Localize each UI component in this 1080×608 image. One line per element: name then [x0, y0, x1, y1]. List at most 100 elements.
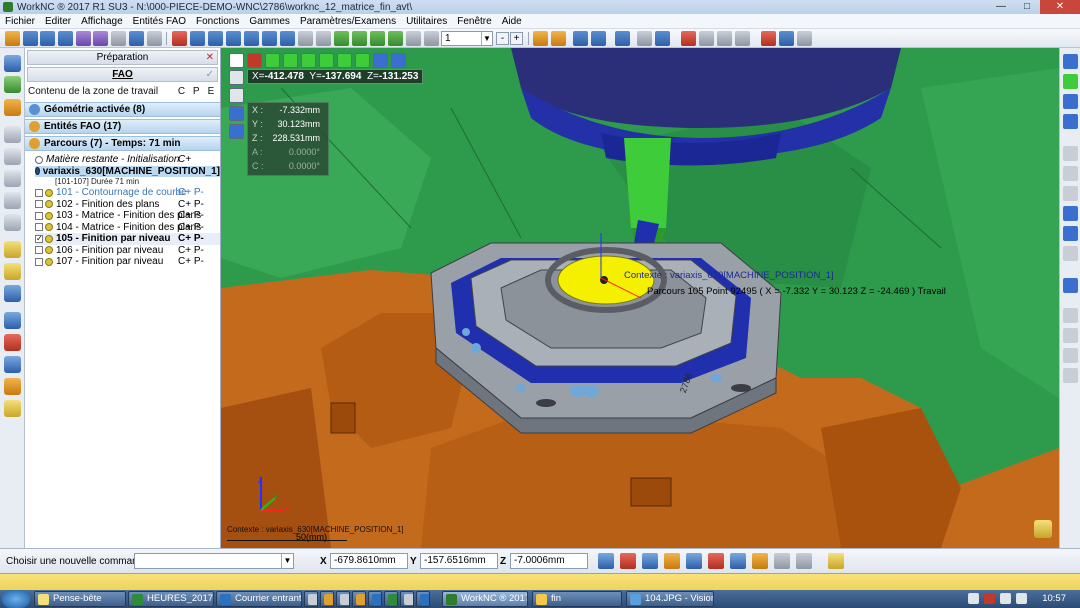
- rotate-icon[interactable]: [262, 31, 277, 46]
- report-icon[interactable]: [735, 31, 750, 46]
- analysis-icon[interactable]: [573, 31, 588, 46]
- task-pense-bete[interactable]: Pense-bête: [34, 591, 126, 607]
- menu-parametres-examens[interactable]: Paramètres/Examens: [295, 16, 401, 27]
- single-view-icon[interactable]: [147, 31, 162, 46]
- verify-icon[interactable]: [761, 31, 776, 46]
- layer-panel-icon[interactable]: [1063, 278, 1078, 293]
- layer-minus-button[interactable]: -: [496, 32, 509, 45]
- 3d-viewport[interactable]: [221, 48, 1059, 548]
- menu-gammes[interactable]: Gammes: [244, 16, 295, 27]
- edit-icon[interactable]: [4, 400, 21, 417]
- task-worknc[interactable]: WorkNC ® 2017 ...: [442, 591, 528, 607]
- p-tool-icon[interactable]: [4, 148, 21, 165]
- tool-icon[interactable]: [4, 378, 21, 395]
- task-courrier[interactable]: Courrier entrant - ...: [216, 591, 302, 607]
- filter-select-icon[interactable]: [1063, 226, 1078, 241]
- toolpath-101[interactable]: 101 - Contournage de courbe C+ P-: [35, 187, 220, 199]
- render-icon[interactable]: [1063, 54, 1078, 69]
- checkbox[interactable]: [35, 246, 43, 255]
- task-extra-7[interactable]: [400, 591, 414, 607]
- check-icon[interactable]: ✓: [206, 68, 214, 81]
- section-icon[interactable]: [1063, 146, 1078, 161]
- snap-middle-icon[interactable]: [642, 553, 658, 569]
- close-button[interactable]: ✕: [1040, 0, 1080, 14]
- close-panel-icon[interactable]: ✕: [206, 51, 214, 64]
- checkbox[interactable]: [35, 257, 43, 266]
- surface-icon[interactable]: [1063, 74, 1078, 89]
- menu-fenetre[interactable]: Fenêtre: [452, 16, 496, 27]
- task-extra-6[interactable]: [384, 591, 398, 607]
- task-heures-xls[interactable]: HEURES_2017.xls ...: [128, 591, 214, 607]
- layout-icon[interactable]: [129, 31, 144, 46]
- tool-library-icon[interactable]: [699, 31, 714, 46]
- task-extra-5[interactable]: [368, 591, 382, 607]
- toolpath-103[interactable]: 103 - Matrice - Finition des plans C+ P-: [35, 210, 220, 222]
- view-left-icon[interactable]: [301, 53, 316, 68]
- wireframe-icon[interactable]: [406, 31, 421, 46]
- undo-icon[interactable]: [76, 31, 91, 46]
- info-icon[interactable]: [1063, 368, 1078, 383]
- toolpath-104[interactable]: 104 - Matrice - Finition des plans C+ P-: [35, 222, 220, 234]
- snap-normal-icon[interactable]: [796, 553, 812, 569]
- new-workzone-icon[interactable]: [5, 31, 20, 46]
- geometry-icon[interactable]: [4, 76, 21, 93]
- machine-item[interactable]: variaxis_630[MACHINE_POSITION_1]: [35, 165, 220, 177]
- zoom-in-icon[interactable]: [298, 31, 313, 46]
- sphere-icon[interactable]: [190, 31, 205, 46]
- cube-outline-icon[interactable]: [229, 88, 244, 103]
- mesh-icon[interactable]: [1063, 94, 1078, 109]
- menu-aide[interactable]: Aide: [497, 16, 527, 27]
- task-fin[interactable]: fin: [532, 591, 622, 607]
- view-iso-icon[interactable]: [388, 31, 403, 46]
- grid-icon[interactable]: [111, 31, 126, 46]
- task-extra-1[interactable]: [304, 591, 318, 607]
- task-extra-2[interactable]: [320, 591, 334, 607]
- redo-icon[interactable]: [93, 31, 108, 46]
- stock-icon[interactable]: [551, 31, 566, 46]
- section-toolpaths[interactable]: Parcours (7) - Temps: 71 min: [25, 136, 220, 151]
- checkbox[interactable]: [35, 223, 43, 232]
- shaded-edges-icon[interactable]: [229, 124, 244, 139]
- viewport-corner-icon[interactable]: [1034, 520, 1052, 538]
- menu-utilitaires[interactable]: Utilitaires: [401, 16, 452, 27]
- view-front-icon[interactable]: [337, 53, 352, 68]
- zoom-window-icon[interactable]: [244, 31, 259, 46]
- tray-icon[interactable]: [968, 593, 979, 604]
- toolpath-107[interactable]: 107 - Finition par niveau C+ P-: [35, 256, 220, 268]
- command-input[interactable]: ▼: [134, 553, 294, 569]
- pencil-icon[interactable]: [4, 241, 21, 258]
- task-extra-4[interactable]: [352, 591, 366, 607]
- snap-curve-icon[interactable]: [730, 553, 746, 569]
- stock-item[interactable]: Matière restante - Initialisation C+: [35, 154, 220, 166]
- menu-affichage[interactable]: Affichage: [76, 16, 128, 27]
- snap-center-icon[interactable]: [664, 553, 680, 569]
- zoom-fit-icon[interactable]: [226, 31, 241, 46]
- props-icon[interactable]: [1063, 348, 1078, 363]
- view-top-icon[interactable]: [352, 31, 367, 46]
- machine-icon[interactable]: [681, 31, 696, 46]
- view-front-icon[interactable]: [334, 31, 349, 46]
- list-icon[interactable]: [637, 31, 652, 46]
- export-icon[interactable]: [797, 31, 812, 46]
- hide-icon[interactable]: [1063, 246, 1078, 261]
- delete-icon[interactable]: [4, 334, 21, 351]
- m-tool-icon[interactable]: [4, 214, 21, 231]
- checkbox[interactable]: [35, 200, 43, 209]
- zoom-out-icon[interactable]: [316, 31, 331, 46]
- view-menu-icon[interactable]: [229, 53, 244, 68]
- view-right-icon[interactable]: [319, 53, 334, 68]
- view-cube-icon[interactable]: [247, 53, 262, 68]
- checkbox-checked[interactable]: ✓: [35, 234, 43, 243]
- pan-icon[interactable]: [280, 31, 295, 46]
- view-back-icon[interactable]: [355, 53, 370, 68]
- checkbox[interactable]: [35, 211, 43, 220]
- view-iso-icon[interactable]: [373, 53, 388, 68]
- view-top-icon[interactable]: [265, 53, 280, 68]
- snap-intersect-icon[interactable]: [774, 553, 790, 569]
- snap-point-icon[interactable]: [598, 553, 614, 569]
- volume-icon[interactable]: [1016, 593, 1027, 604]
- shading-icon[interactable]: [208, 31, 223, 46]
- r-tool-icon[interactable]: [4, 170, 21, 187]
- snap-toggle-icon[interactable]: [828, 553, 844, 569]
- s-tool-icon[interactable]: [4, 126, 21, 143]
